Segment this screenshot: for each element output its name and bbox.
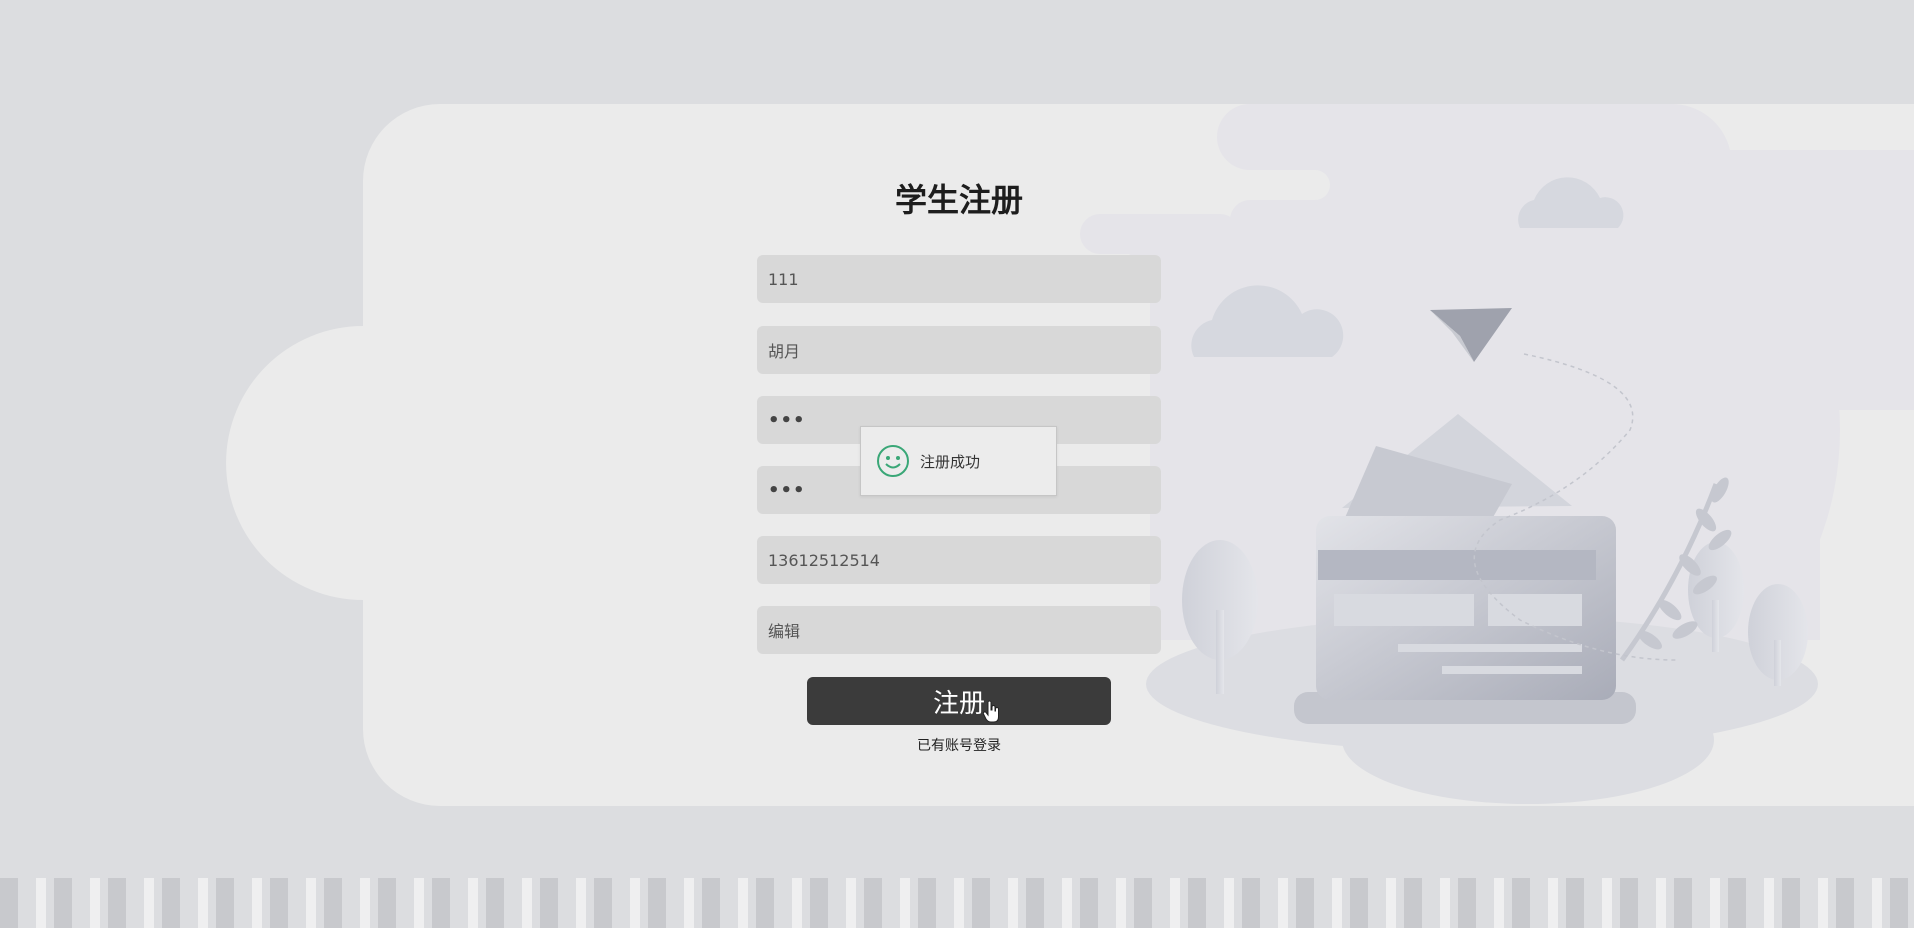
account-input[interactable]: 111 — [757, 255, 1161, 303]
smile-icon — [877, 445, 909, 477]
hand-cursor-icon — [983, 700, 999, 723]
login-link[interactable]: 已有账号登录 — [757, 735, 1161, 755]
bottom-stripes — [0, 878, 1914, 928]
phone-input[interactable]: 13612512514 — [757, 536, 1161, 584]
success-toast: 注册成功 — [860, 426, 1057, 496]
register-button[interactable]: 注册 — [807, 677, 1111, 725]
name-input[interactable]: 胡月 — [757, 326, 1161, 374]
toast-message: 注册成功 — [920, 452, 981, 471]
note-input[interactable]: 编辑 — [757, 606, 1161, 654]
register-form: 学生注册 111 胡月 ••• ••• 13612512514 编辑 注册 已有… — [757, 178, 1161, 754]
page-title: 学生注册 — [894, 181, 1023, 219]
